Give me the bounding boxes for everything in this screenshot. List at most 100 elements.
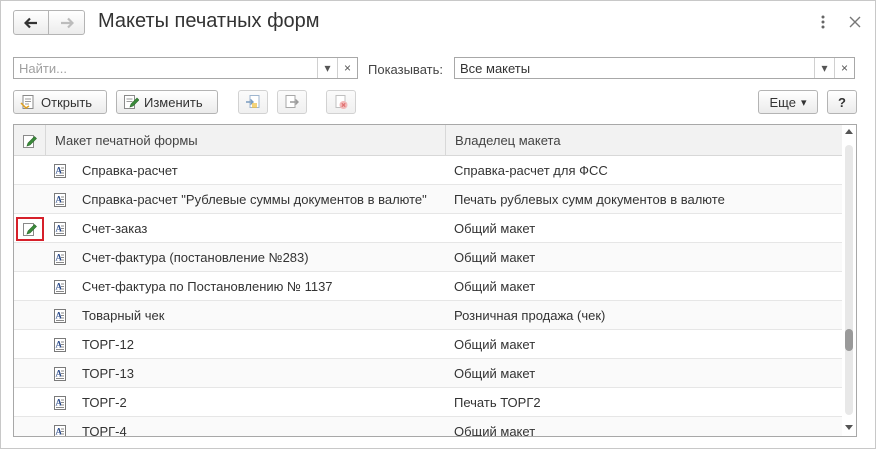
edit-button-label: Изменить [144,94,203,110]
template-owner-cell: Общий макет [454,424,536,437]
template-owner-cell: Печать ТОРГ2 [454,395,541,410]
spreadsheet-template-icon: A [52,366,68,382]
modified-indicator-cell [14,388,46,417]
table-row[interactable]: A Счет-заказ Общий макет [14,214,842,243]
more-actions-label: Еще [769,94,796,110]
template-name-cell: A ТОРГ-12 [46,330,446,359]
template-name: ТОРГ-4 [82,424,127,437]
spreadsheet-template-icon: A [52,163,68,179]
table-row[interactable]: A Справка-расчет "Рублевые суммы документ… [14,185,842,214]
search-input[interactable]: Найти... ▾ × [13,57,358,79]
modified-column-header[interactable] [14,125,46,156]
vertical-scrollbar[interactable] [842,125,856,436]
chevron-down-icon: ▾ [800,96,807,109]
template-name-cell: A Справка-расчет [46,156,446,185]
table-row[interactable]: A Счет-фактура (постановление №283) Общий … [14,243,842,272]
template-owner-cell: Общий макет [454,337,536,352]
template-name-cell: A ТОРГ-2 [46,388,446,417]
import-icon [246,95,260,108]
table-row[interactable]: A Счет-фактура по Постановлению № 1137 Общ… [14,272,842,301]
arrow-right-icon [60,17,74,28]
print-templates-window: Макеты печатных форм Найти... ▾ × Показы… [0,0,876,449]
spreadsheet-template-icon: A [52,221,68,237]
spreadsheet-template-icon: A [52,308,68,324]
column-header-owner[interactable]: Владелец макета [446,125,842,156]
search-dropdown-button[interactable]: ▾ [317,58,337,78]
template-name: Счет-заказ [82,221,148,236]
edit-document-icon [123,94,139,110]
modified-indicator-cell [14,359,46,388]
table-body: A Справка-расчет Справка-расчет для ФСС A Сп… [14,156,842,437]
delete-icon [335,95,348,109]
modified-indicator-cell [14,243,46,272]
template-name: ТОРГ-12 [82,337,134,352]
table-row[interactable]: A ТОРГ-4 Общий макет [14,417,842,437]
templates-table: Макет печатной формы Владелец макета A Сп… [13,124,857,437]
scroll-track[interactable] [845,145,853,415]
table-row[interactable]: A Товарный чек Розничная продажа (чек) [14,301,842,330]
modified-indicator-cell [14,330,46,359]
template-name: Справка-расчет [82,163,178,178]
template-name: ТОРГ-13 [82,366,134,381]
close-icon[interactable] [846,13,864,31]
modified-template-marker [16,216,44,241]
spreadsheet-template-icon: A [52,192,68,208]
more-vertical-icon[interactable] [816,13,830,31]
modified-indicator-cell [14,417,46,436]
edit-button[interactable]: Изменить [116,90,218,114]
spreadsheet-template-icon: A [52,424,68,436]
import-template-button[interactable] [238,90,268,114]
modified-indicator-cell [14,156,46,185]
template-name: Счет-фактура по Постановлению № 1137 [82,279,333,294]
template-name-cell: A Счет-заказ [46,214,446,243]
template-owner-cell: Общий макет [454,250,536,265]
spreadsheet-template-icon: A [52,337,68,353]
pencil-icon [22,134,37,148]
search-placeholder: Найти... [19,61,67,76]
spreadsheet-template-icon: A [52,250,68,266]
search-clear-button[interactable]: × [337,58,357,78]
modified-indicator-cell [14,214,46,243]
table-row[interactable]: A ТОРГ-13 Общий макет [14,359,842,388]
template-name-cell: A Счет-фактура (постановление №283) [46,243,446,272]
show-filter-select[interactable]: Все макеты ▾ × [454,57,855,79]
export-template-button[interactable] [277,90,307,114]
spreadsheet-template-icon: A [52,395,68,411]
template-name: Товарный чек [82,308,165,323]
open-button-label: Открыть [41,94,93,110]
export-icon [285,95,299,108]
column-header-template[interactable]: Макет печатной формы [46,125,446,156]
modified-indicator-cell [14,272,46,301]
help-button[interactable]: ? [827,90,857,114]
pencil-icon [22,221,38,237]
template-name-cell: A Счет-фактура по Постановлению № 1137 [46,272,446,301]
open-document-icon [20,94,36,110]
template-name-cell: A Товарный чек [46,301,446,330]
more-actions-button[interactable]: Еще ▾ [758,90,818,114]
template-name-cell: A ТОРГ-4 [46,417,446,437]
template-owner-cell: Общий макет [454,279,536,294]
table-row[interactable]: A Справка-расчет Справка-расчет для ФСС [14,156,842,185]
template-name: ТОРГ-2 [82,395,127,410]
template-name-cell: A Справка-расчет "Рублевые суммы документ… [46,185,446,214]
table-row[interactable]: A ТОРГ-2 Печать ТОРГ2 [14,388,842,417]
open-button[interactable]: Открыть [13,90,107,114]
table-row[interactable]: A ТОРГ-12 Общий макет [14,330,842,359]
show-dropdown-button[interactable]: ▾ [814,58,834,78]
modified-indicator-cell [14,185,46,214]
scroll-thumb[interactable] [845,329,853,351]
show-clear-button[interactable]: × [834,58,854,78]
template-name: Справка-расчет "Рублевые суммы документо… [82,192,427,207]
modified-indicator-cell [14,301,46,330]
show-filter-value: Все макеты [460,61,531,76]
forward-button[interactable] [49,10,85,35]
scroll-up-icon[interactable] [845,129,853,134]
template-owner-cell: Общий макет [454,366,536,381]
spreadsheet-template-icon: A [52,279,68,295]
table-header: Макет печатной формы Владелец макета [14,125,842,156]
template-owner-cell: Общий макет [454,221,536,236]
window-title: Макеты печатных форм [98,10,320,32]
delete-template-button[interactable] [326,90,356,114]
back-button[interactable] [13,10,49,35]
scroll-down-icon[interactable] [845,425,853,430]
